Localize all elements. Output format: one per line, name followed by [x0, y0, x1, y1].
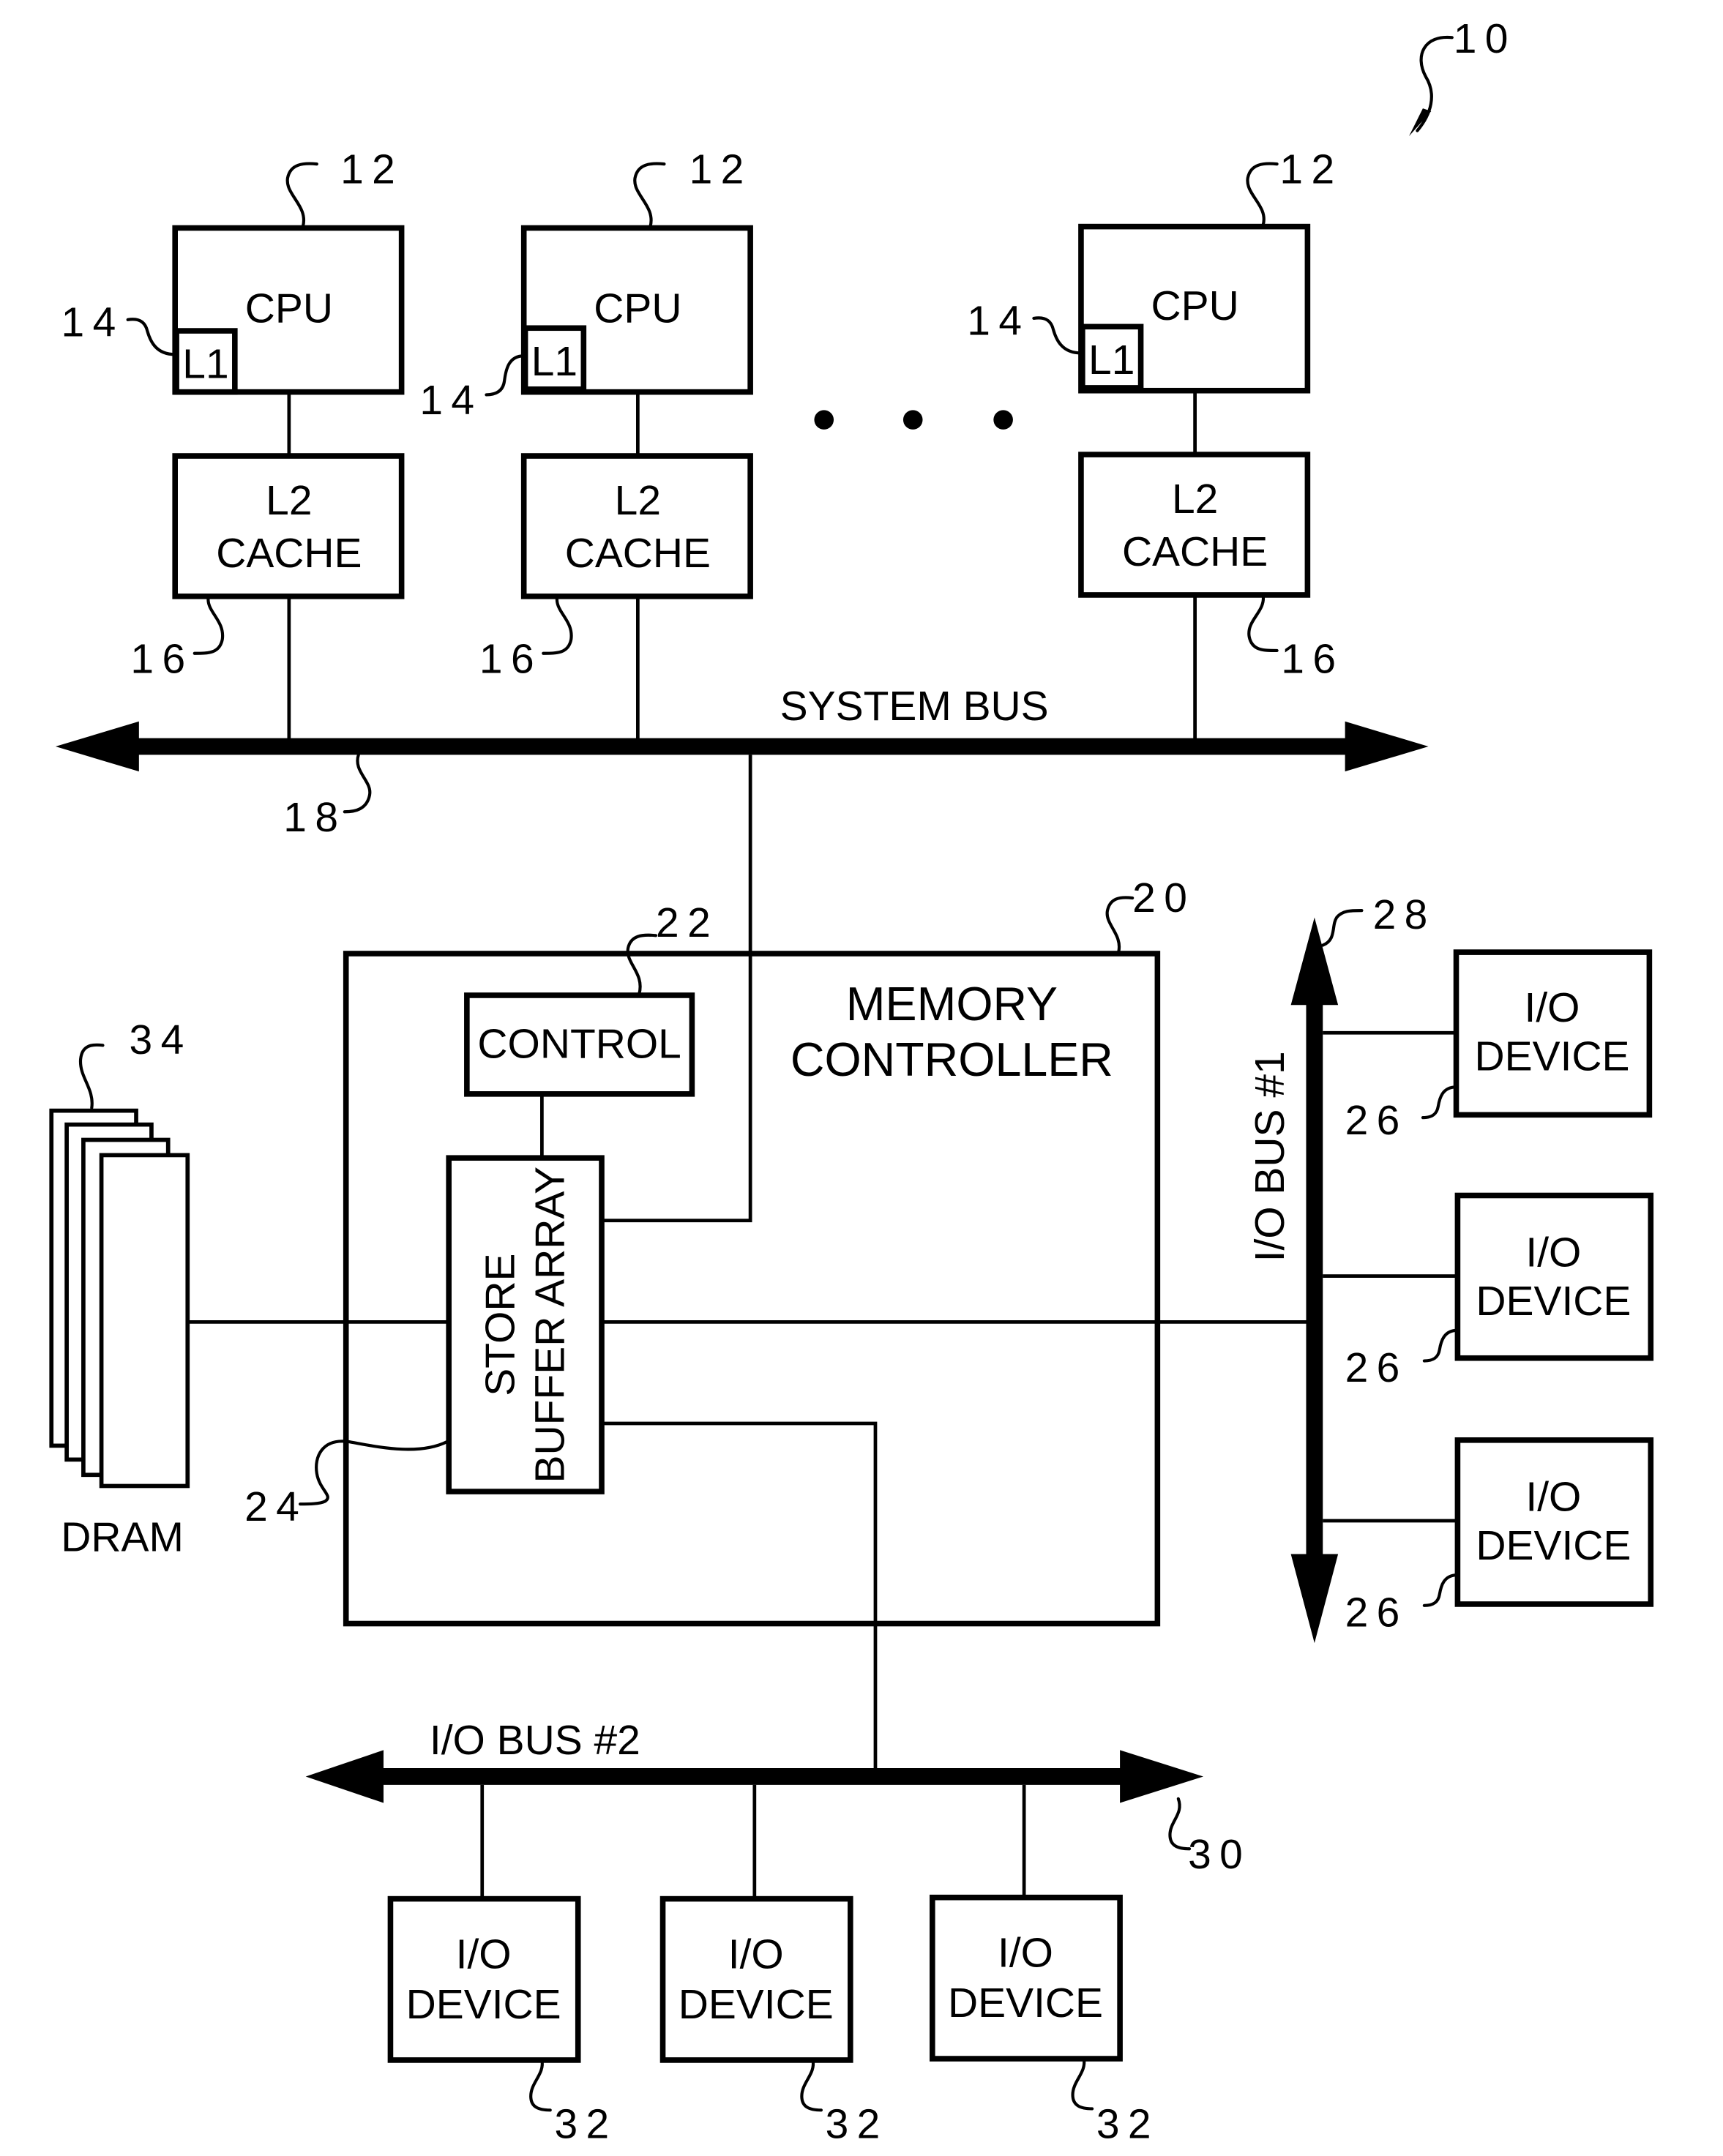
io-device-ref: 26	[1345, 1589, 1408, 1636]
cpu-node-2: CPU L1 L2 CACHE 12 14 16	[419, 146, 753, 744]
io-device-label-line1: I/O	[1525, 984, 1580, 1031]
cpu-ref: 12	[340, 146, 403, 193]
dram-ref: 34	[130, 1017, 193, 1063]
figure-ref-10: 10	[1408, 15, 1517, 137]
cpu-label: CPU	[1151, 282, 1239, 329]
l2-label-line2: CACHE	[216, 530, 362, 577]
l1-ref: 14	[967, 298, 1030, 345]
io-device-label-line2: DEVICE	[406, 1981, 561, 2028]
io-device-label-line2: DEVICE	[679, 1981, 834, 2028]
cpu-node-1: CPU L1 L2 CACHE 12 14 16	[61, 146, 405, 744]
store-buffer-label-line1: STORE	[476, 1254, 523, 1396]
l2-label-line2: CACHE	[565, 530, 711, 577]
l2-ref: 16	[1281, 635, 1344, 682]
l2-ref: 16	[479, 635, 542, 682]
dram-stack: DRAM 34	[49, 1017, 193, 1561]
io-bus-1-ref: 28	[1373, 891, 1436, 938]
l2-label-line1: L2	[1172, 476, 1218, 523]
io-bus-2-right-arrow	[1120, 1750, 1204, 1803]
io-device-label-line1: I/O	[998, 1930, 1053, 1977]
cpu-ref: 12	[1279, 146, 1342, 193]
io-device-ref: 32	[826, 2100, 889, 2147]
io-device-label-line2: DEVICE	[1476, 1278, 1631, 1325]
io-device-label-line1: I/O	[1525, 1474, 1581, 1521]
io-device-bus1-2: I/O DEVICE 26	[1323, 1192, 1654, 1391]
memory-controller-label-line2: CONTROLLER	[791, 1033, 1113, 1086]
l2-label-line2: CACHE	[1122, 528, 1268, 575]
io-device-label-line1: I/O	[728, 1931, 784, 1978]
l1-label: L1	[531, 338, 578, 385]
memory-controller-label-line1: MEMORY	[846, 978, 1058, 1030]
io-bus-1-down-arrow	[1290, 1554, 1339, 1644]
store-buffer-ref: 24	[244, 1483, 307, 1530]
system-bus-left-arrow	[55, 721, 139, 772]
io-device-label-line1: I/O	[456, 1931, 512, 1978]
figure-ref-label: 10	[1454, 15, 1517, 62]
l1-ref: 14	[419, 377, 482, 424]
l2-ref: 16	[130, 635, 193, 682]
ellipsis	[814, 410, 1013, 430]
l1-label: L1	[182, 341, 228, 388]
io-bus-1-label: I/O BUS #1	[1247, 1051, 1293, 1262]
io-device-bus1-1: I/O DEVICE 26	[1323, 949, 1653, 1144]
io-device-ref: 26	[1345, 1097, 1408, 1144]
l2-label-line1: L2	[266, 477, 312, 524]
system-bus-label: SYSTEM BUS	[780, 683, 1049, 730]
dram-front-module	[99, 1153, 190, 1489]
cpu-node-3: CPU L1 L2 CACHE 12 14 16	[967, 146, 1344, 744]
io-bus-1-up-arrow	[1290, 917, 1339, 1006]
dram-label: DRAM	[61, 1514, 184, 1561]
io-device-bus2-3: I/O DEVICE 32	[930, 1784, 1159, 2147]
io-device-label-line2: DEVICE	[948, 1980, 1103, 2026]
control-ref: 22	[656, 899, 719, 946]
store-buffer-label-line2: BUFFER ARRAY	[527, 1167, 574, 1483]
l2-label-line1: L2	[615, 477, 661, 524]
cpu-ref: 12	[689, 146, 752, 193]
io-bus-2-label: I/O BUS #2	[430, 1717, 640, 1764]
io-device-ref: 32	[1096, 2100, 1159, 2147]
io-bus-2-ref: 30	[1188, 1831, 1251, 1878]
io-bus-1: I/O BUS #1 28	[1247, 891, 1436, 1644]
cpu-label: CPU	[245, 285, 333, 332]
io-device-ref: 26	[1345, 1344, 1408, 1391]
io-device-bus2-2: I/O DEVICE 32	[659, 1784, 889, 2147]
system-bus-ref: 18	[283, 794, 346, 841]
io-bus-2-left-arrow	[305, 1750, 384, 1803]
control-label: CONTROL	[477, 1020, 681, 1067]
io-bus-2: I/O BUS #2 30	[305, 1717, 1251, 1878]
system-block-diagram: 10 CPU L1 L2 CACHE 12 14 16 CPU L1 L2 CA…	[49, 15, 1654, 2147]
io-device-bus2-1: I/O DEVICE 32	[387, 1784, 617, 2147]
io-device-ref: 32	[554, 2100, 617, 2147]
store-buffer-box	[446, 1155, 605, 1494]
memory-controller-ref: 20	[1132, 875, 1195, 921]
store-buffer-array: STORE BUFFER ARRAY 24	[244, 1155, 605, 1530]
cpu-label: CPU	[594, 285, 681, 332]
system-bus: SYSTEM BUS 18	[55, 683, 1429, 841]
control-unit: CONTROL 22	[464, 899, 719, 1097]
l1-label: L1	[1088, 337, 1135, 383]
io-device-label-line1: I/O	[1525, 1229, 1581, 1276]
io-device-bus1-3: I/O DEVICE 26	[1323, 1437, 1654, 1636]
l1-ref: 14	[61, 299, 124, 346]
io-device-label-line2: DEVICE	[1476, 1522, 1631, 1569]
system-bus-right-arrow	[1345, 721, 1429, 772]
io-device-label-line2: DEVICE	[1475, 1033, 1630, 1080]
